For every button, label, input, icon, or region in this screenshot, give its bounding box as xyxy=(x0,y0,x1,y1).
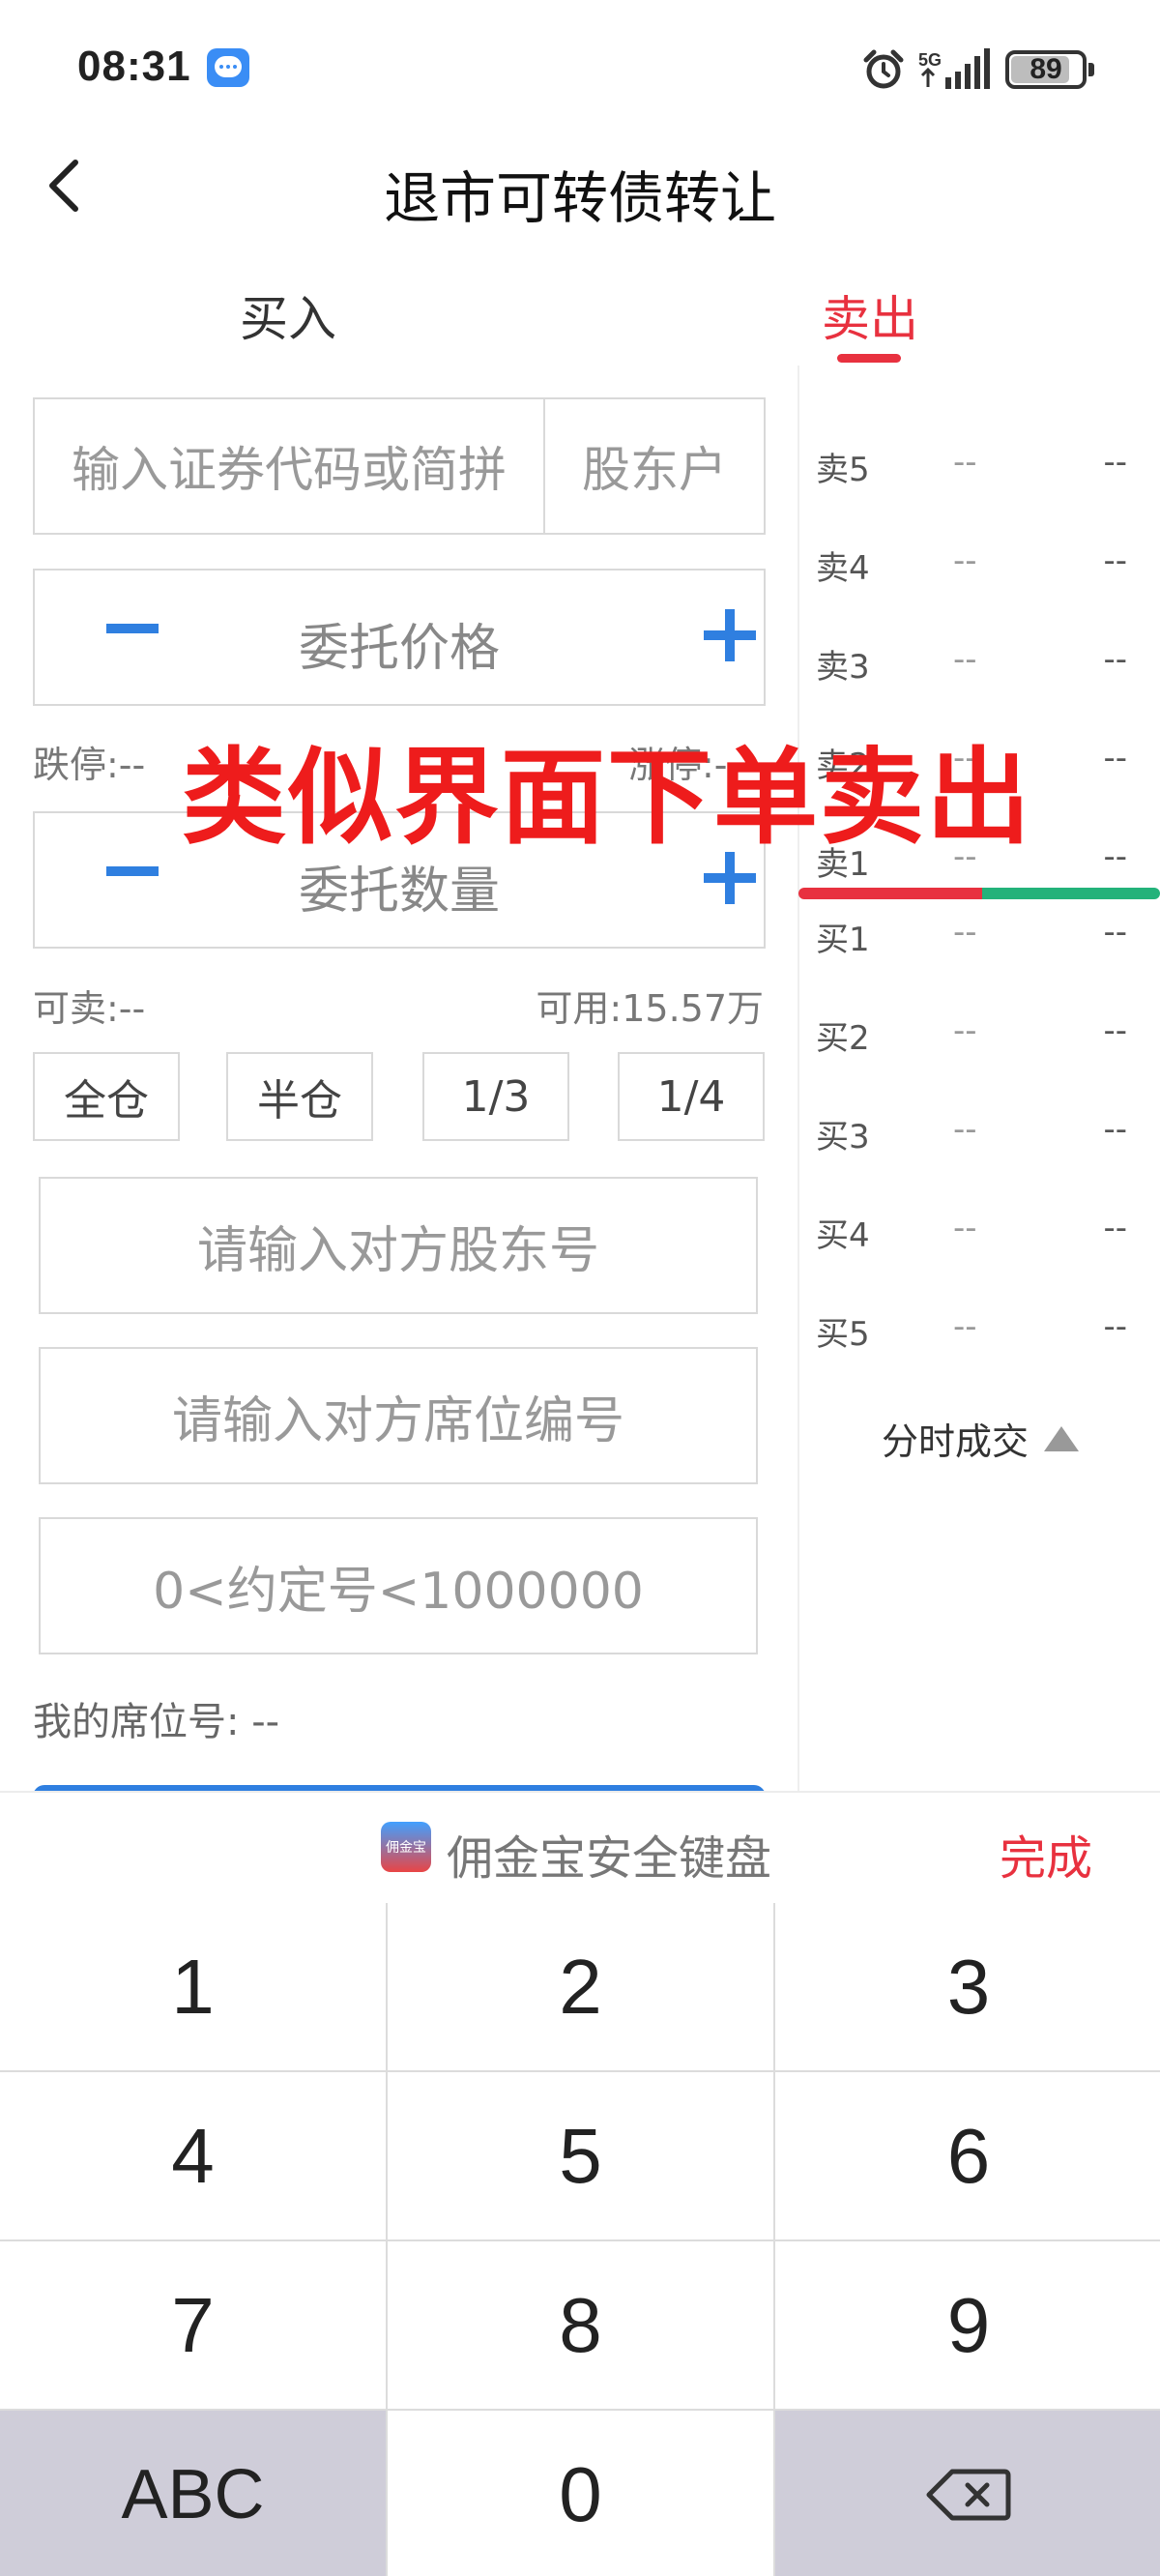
ask-price: -- xyxy=(953,443,977,482)
key-7[interactable]: 7 xyxy=(0,2241,386,2409)
key-5[interactable]: 5 xyxy=(388,2072,773,2239)
ask-row-3: 卖3 -- -- xyxy=(812,632,1141,690)
bid-volume: -- xyxy=(1103,1307,1127,1346)
key-4[interactable]: 4 xyxy=(0,2072,386,2239)
keyboard-header: 佣金宝 佣金宝安全键盘 完成 xyxy=(0,1791,1160,1903)
bid-price: -- xyxy=(953,1011,977,1050)
ask-row-5: 卖5 -- -- xyxy=(812,435,1141,493)
my-seat-label: 我的席位号: xyxy=(33,1700,240,1744)
my-seat-value: -- xyxy=(251,1700,280,1744)
ask-label: 卖3 xyxy=(816,648,870,687)
keyboard-title: 佣金宝安全键盘 xyxy=(447,1831,772,1886)
agreement-number-input[interactable]: 0<约定号<1000000 xyxy=(39,1517,758,1654)
numeric-keypad: 1 2 3 4 5 6 7 8 9 ABC 0 xyxy=(0,1903,1160,2576)
bid-volume: -- xyxy=(1103,913,1127,951)
backspace-icon xyxy=(926,2469,1011,2521)
key-2[interactable]: 2 xyxy=(388,1903,773,2070)
bid-price: -- xyxy=(953,1209,977,1247)
ask-volume: -- xyxy=(1103,739,1127,777)
bid-row-4: 买4 -- -- xyxy=(812,1201,1141,1259)
price-increase-button[interactable] xyxy=(704,609,756,661)
tab-sell[interactable]: 卖出 xyxy=(822,280,918,350)
price-stepper: 委托价格 xyxy=(33,569,766,706)
tab-buy[interactable]: 买入 xyxy=(240,280,336,350)
status-time: 08:31 xyxy=(77,43,191,90)
shareholder-account-select[interactable]: 股东户 xyxy=(543,397,766,535)
bid-label: 买4 xyxy=(816,1216,870,1255)
position-half-button[interactable]: 半仓 xyxy=(226,1052,373,1141)
bid-price: -- xyxy=(953,1307,977,1346)
page-title: 退市可转债转让 xyxy=(383,165,776,231)
tick-trades-toggle[interactable]: 分时成交 xyxy=(882,1412,1080,1465)
triangle-up-icon xyxy=(1044,1425,1080,1451)
bid-row-1: 买1 -- -- xyxy=(812,905,1141,963)
bid-label: 买1 xyxy=(816,921,870,959)
bid-label: 买2 xyxy=(816,1019,870,1058)
bid-row-3: 买3 -- -- xyxy=(812,1102,1141,1160)
position-third-button[interactable]: 1/3 xyxy=(422,1052,569,1141)
bid-volume: -- xyxy=(1103,1011,1127,1050)
bid-row-5: 买5 -- -- xyxy=(812,1300,1141,1358)
key-backspace[interactable] xyxy=(775,2411,1160,2576)
ask-price: -- xyxy=(953,640,977,679)
ask-volume: -- xyxy=(1103,542,1127,580)
key-0[interactable]: 0 xyxy=(388,2411,773,2576)
yongjinbao-logo-icon: 佣金宝 xyxy=(381,1822,431,1872)
key-1[interactable]: 1 xyxy=(0,1903,386,2070)
position-full-button[interactable]: 全仓 xyxy=(33,1052,180,1141)
tick-trades-label: 分时成交 xyxy=(882,1420,1030,1463)
ask-volume: -- xyxy=(1103,837,1127,876)
bid-price: -- xyxy=(953,1110,977,1149)
message-notification-icon xyxy=(207,48,249,87)
bid-volume: -- xyxy=(1103,1209,1127,1247)
status-bar: 08:31 5G 89 xyxy=(0,0,1160,135)
network-type-label: 5G xyxy=(918,50,942,70)
limit-down-price: 跌停:-- xyxy=(33,744,146,786)
bid-strength-bar xyxy=(982,888,1160,899)
key-3[interactable]: 3 xyxy=(775,1903,1160,2070)
cellular-signal-icon: 5G xyxy=(918,48,990,89)
overlay-annotation: 类似界面下单卖出 xyxy=(182,738,1033,859)
security-code-input[interactable]: 输入证券代码或简拼 xyxy=(33,397,545,535)
bid-volume: -- xyxy=(1103,1110,1127,1149)
ask-strength-bar xyxy=(798,888,982,899)
ask-row-4: 卖4 -- -- xyxy=(812,534,1141,592)
key-9[interactable]: 9 xyxy=(775,2241,1160,2409)
battery-icon: 89 xyxy=(1005,50,1094,89)
key-6[interactable]: 6 xyxy=(775,2072,1160,2239)
position-quarter-button[interactable]: 1/4 xyxy=(618,1052,765,1141)
bid-row-2: 买2 -- -- xyxy=(812,1004,1141,1062)
price-input[interactable]: 委托价格 xyxy=(35,607,764,680)
ask-label: 卖5 xyxy=(816,451,870,489)
panel-divider xyxy=(798,366,799,1791)
counterparty-holder-input[interactable]: 请输入对方股东号 xyxy=(39,1177,758,1314)
key-abc[interactable]: ABC xyxy=(0,2411,386,2576)
keyboard-done-button[interactable]: 完成 xyxy=(1000,1820,1092,1888)
key-8[interactable]: 8 xyxy=(388,2241,773,2409)
status-indicators: 5G 89 xyxy=(862,46,1094,93)
alarm-icon xyxy=(863,49,904,89)
active-tab-indicator xyxy=(837,354,901,363)
counterparty-seat-input[interactable]: 请输入对方席位编号 xyxy=(39,1347,758,1484)
bid-price: -- xyxy=(953,913,977,951)
bid-label: 买3 xyxy=(816,1118,870,1156)
my-seat-number: 我的席位号: -- xyxy=(33,1690,279,1746)
sellable-quantity: 可卖:-- xyxy=(33,987,146,1030)
available-funds: 可用:15.57万 xyxy=(536,987,764,1030)
ask-volume: -- xyxy=(1103,443,1127,482)
battery-level: 89 xyxy=(1030,53,1062,85)
ask-price: -- xyxy=(953,542,977,580)
ask-volume: -- xyxy=(1103,640,1127,679)
ask-label: 卖4 xyxy=(816,549,870,588)
bid-label: 买5 xyxy=(816,1315,870,1354)
